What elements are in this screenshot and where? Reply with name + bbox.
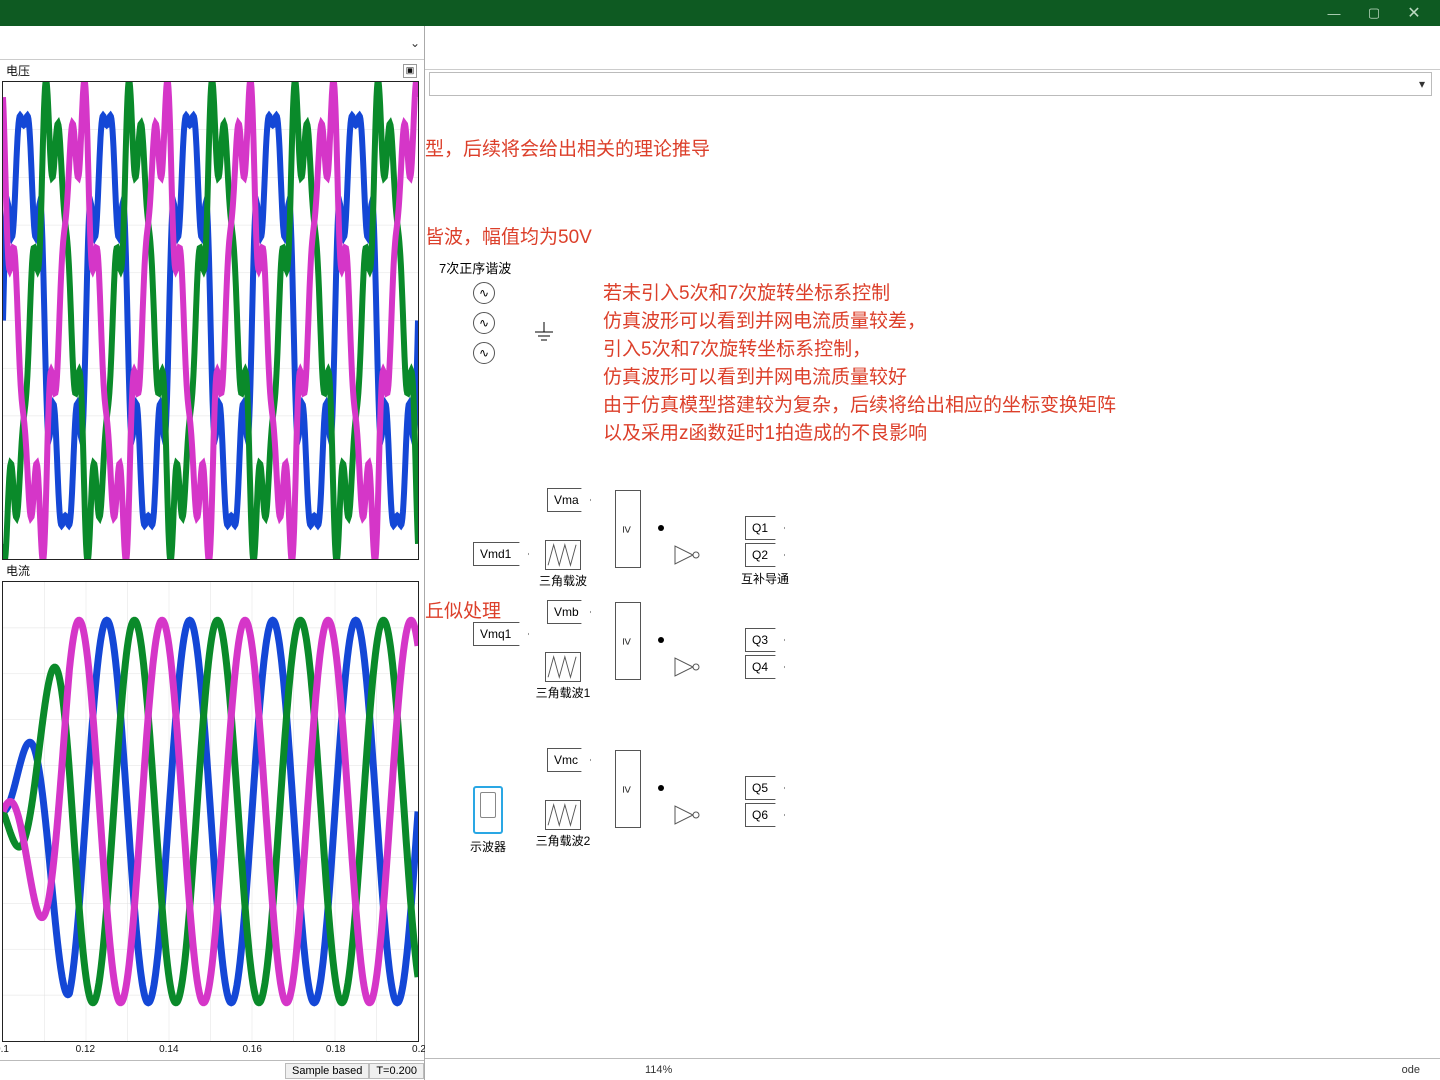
maximize-button[interactable]: ▢ — [1354, 0, 1394, 26]
solver-label[interactable]: ode — [1402, 1064, 1420, 1076]
from-tag-vmb[interactable]: Vmb — [547, 600, 591, 624]
from-tag-vmd1[interactable]: Vmd1 — [473, 542, 529, 566]
harmonic-label: 7次正序谐波 — [439, 258, 511, 277]
from-tag-vmq1[interactable]: Vmq1 — [473, 622, 529, 646]
triangle-carrier-0[interactable] — [545, 540, 581, 570]
annotation-control-6: 以及采用z函数延时1拍造成的不良影响 — [603, 420, 927, 448]
branch-node — [658, 785, 664, 791]
ac-source-a[interactable]: ∿ — [473, 282, 495, 304]
voltage-plot-title: 电压 — [6, 62, 30, 79]
comparator-a[interactable] — [615, 490, 641, 568]
status-mode: Sample based — [285, 1063, 369, 1079]
ac-source-b[interactable]: ∿ — [473, 312, 495, 334]
carrier-1-label: 三角载波1 — [536, 684, 591, 701]
scope-statusbar: Sample based T=0.200 — [0, 1060, 424, 1080]
minimize-button[interactable]: — — [1314, 0, 1354, 26]
goto-tag-q1[interactable]: Q1 — [745, 516, 785, 540]
complementary-label: 互补导通 — [741, 570, 789, 587]
annotation-control-5: 由于仿真模型搭建较为复杂，后续将给出相应的坐标变换矩阵 — [603, 392, 1116, 420]
ac-source-c[interactable]: ∿ — [473, 342, 495, 364]
annotation-approx: 丘似处理 — [425, 598, 501, 626]
branch-node — [658, 637, 664, 643]
breadcrumb-caret-icon[interactable]: ▾ — [1419, 77, 1425, 91]
carrier-2-label: 三角载波2 — [536, 832, 591, 849]
not-gate-c[interactable] — [673, 804, 701, 826]
sim-statusbar: 114% ode — [425, 1058, 1440, 1080]
voltage-plot[interactable] — [2, 81, 419, 560]
scope-block[interactable] — [473, 786, 503, 834]
triangle-carrier-2[interactable] — [545, 800, 581, 830]
branch-node — [658, 525, 664, 531]
model-breadcrumb[interactable]: ▾ — [429, 72, 1432, 96]
annotation-control-3: 引入5次和7次旋转坐标系控制， — [603, 336, 871, 364]
annotation-control-1: 若未引入5次和7次旋转坐标系控制 — [603, 280, 890, 308]
comparator-b[interactable] — [615, 602, 641, 680]
goto-tag-q6[interactable]: Q6 — [745, 803, 785, 827]
zoom-level[interactable]: 114% — [645, 1064, 672, 1076]
legend-toggle-icon[interactable]: ▣ — [403, 64, 417, 78]
current-plot-cell: 电流 0.10.120.140.160.180.2 — [0, 560, 421, 1060]
goto-tag-q2[interactable]: Q2 — [745, 543, 785, 567]
ground-icon[interactable] — [533, 322, 555, 349]
sim-toolbar — [425, 26, 1440, 70]
goto-tag-q5[interactable]: Q5 — [745, 776, 785, 800]
triangle-carrier-1[interactable] — [545, 652, 581, 682]
close-button[interactable]: ✕ — [1394, 0, 1434, 26]
status-time: T=0.200 — [369, 1063, 424, 1079]
scope-block-label: 示波器 — [470, 838, 506, 855]
from-tag-vmc[interactable]: Vmc — [547, 748, 591, 772]
scope-toolbar: ⌄ — [0, 26, 424, 60]
annotation-control-4: 仿真波形可以看到并网电流质量较好 — [603, 364, 907, 392]
current-plot[interactable] — [2, 581, 419, 1042]
comparator-c[interactable] — [615, 750, 641, 828]
not-gate-b[interactable] — [673, 656, 701, 678]
scope-dropdown-caret[interactable]: ⌄ — [410, 36, 420, 50]
annotation-line1: 型，后续将会给出相关的理论推导 — [425, 136, 710, 164]
carrier-0-label: 三角载波 — [539, 572, 587, 589]
current-plot-title: 电流 — [6, 562, 30, 579]
goto-tag-q3[interactable]: Q3 — [745, 628, 785, 652]
annotation-line2: 皆波，幅值均为50V — [425, 224, 592, 252]
not-gate-a[interactable] — [673, 544, 701, 566]
titlebar: — ▢ ✕ — [0, 0, 1440, 26]
x-axis-ticks: 0.10.120.140.160.180.2 — [2, 1042, 419, 1060]
model-canvas[interactable]: 型，后续将会给出相关的理论推导 皆波，幅值均为50V 7次正序谐波 若未引入5次… — [425, 100, 1440, 1058]
from-tag-vma[interactable]: Vma — [547, 488, 591, 512]
goto-tag-q4[interactable]: Q4 — [745, 655, 785, 679]
simulink-window: ▾ 型，后续将会给出相关的理论推导 皆波，幅值均为50V 7次正序谐波 若未引入… — [425, 26, 1440, 1080]
scope-window: ⌄ 电压 ▣ 电流 0.10.120.140.160.180.2 Sample … — [0, 26, 425, 1080]
voltage-plot-cell: 电压 ▣ — [0, 60, 421, 560]
annotation-control-2: 仿真波形可以看到并网电流质量较差， — [603, 308, 926, 336]
